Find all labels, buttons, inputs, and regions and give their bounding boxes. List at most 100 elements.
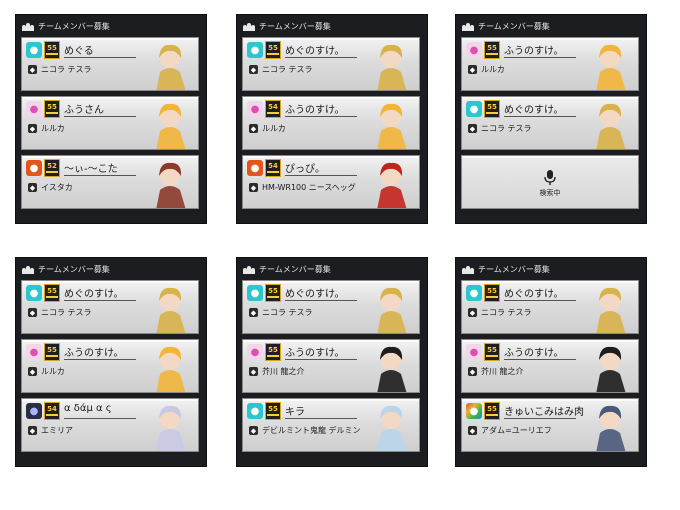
character-class-icon: ◆	[249, 124, 258, 133]
character-class-icon: ◆	[468, 308, 477, 317]
member-slot[interactable]: ● 55 めぐのすけ。 ◆ ニコラ テスラ	[21, 280, 199, 334]
level-value: 54	[47, 405, 57, 413]
character-portrait	[142, 399, 198, 451]
rank-icon: ●	[247, 344, 263, 360]
member-slot[interactable]: ● 55 ふうのすけ。 ◆ 芥川 龍之介	[461, 339, 639, 393]
team-panel: チームメンバー募集 ● 55 めぐる ◆ ニコラ テスラ ● 55 ふうさん ◆ ルルカ ● 52 〜ぃ-…	[15, 14, 207, 224]
level-value: 55	[268, 346, 278, 354]
member-slot[interactable]: ● 52 〜ぃ-〜こた ◆ イスタカ	[21, 155, 199, 209]
panel-title: チームメンバー募集	[478, 264, 550, 274]
character-portrait	[363, 97, 419, 149]
member-slot[interactable]: ● 55 ふうのすけ。 ◆ 芥川 龍之介	[242, 339, 420, 393]
character-portrait	[582, 399, 638, 451]
character-name: HM-WR100 ニースヘッグ	[262, 183, 356, 192]
character-portrait	[363, 281, 419, 333]
panel-header: チームメンバー募集	[243, 20, 331, 32]
team-panel: チームメンバー募集 ● 55 めぐのすけ。 ◆ ニコラ テスラ ● 55 ふうのすけ。 ◆ 芥川 龍…	[236, 257, 428, 467]
player-name: ふうさん	[64, 105, 104, 116]
team-panel: チームメンバー募集 ● 55 めぐのすけ。 ◆ ニコラ テスラ ● 54 ふうのすけ。 ◆ ルルカ ●…	[236, 14, 428, 224]
member-slot[interactable]: ● 55 めぐのすけ。 ◆ ニコラ テスラ	[461, 280, 639, 334]
level-value: 55	[47, 346, 57, 354]
member-slot[interactable]: ● 54 ふうのすけ。 ◆ ルルカ	[242, 96, 420, 150]
member-slot[interactable]: ● 55 キラ ◆ デビルミント鬼龍 デルミン	[242, 398, 420, 452]
panel-header: チームメンバー募集	[243, 263, 331, 275]
member-slot[interactable]: ● 55 ふうのすけ。 ◆ ルルカ	[461, 37, 639, 91]
panel-title: チームメンバー募集	[38, 264, 110, 274]
character-portrait	[363, 156, 419, 208]
level-bar	[486, 414, 498, 416]
rank-icon: ●	[247, 403, 263, 419]
character-name: アダム=ユーリエフ	[481, 426, 552, 435]
level-bar	[486, 355, 498, 357]
level-badge: 55	[44, 343, 60, 361]
level-value: 55	[487, 103, 497, 111]
character-name: ニコラ テスラ	[41, 308, 92, 317]
level-badge: 54	[265, 100, 281, 118]
character-portrait	[363, 399, 419, 451]
player-name: めぐのすけ。	[504, 105, 564, 116]
player-name: 〜ぃ-〜こた	[64, 164, 118, 175]
level-badge: 55	[484, 343, 500, 361]
character-class-icon: ◆	[28, 124, 37, 133]
team-members-icon	[462, 22, 474, 31]
member-slot[interactable]: ● 55 めぐのすけ。 ◆ ニコラ テスラ	[242, 37, 420, 91]
rank-icon: ●	[26, 42, 42, 58]
character-name: ルルカ	[481, 65, 505, 74]
level-value: 54	[268, 103, 278, 111]
character-class-icon: ◆	[28, 426, 37, 435]
member-slot[interactable]: ● 55 きゅいこみはみ肉 ◆ アダム=ユーリエフ	[461, 398, 639, 452]
level-bar	[46, 414, 58, 416]
name-underline	[285, 116, 357, 117]
character-portrait	[582, 38, 638, 90]
team-members-icon	[243, 265, 255, 274]
player-name: ふうのすけ。	[504, 348, 564, 359]
level-bar	[486, 112, 498, 114]
member-slot[interactable]: ● 55 めぐのすけ。 ◆ ニコラ テスラ	[461, 96, 639, 150]
level-badge: 55	[44, 284, 60, 302]
character-name: エミリア	[41, 426, 73, 435]
rank-icon: ●	[466, 285, 482, 301]
level-bar	[267, 355, 279, 357]
member-slot[interactable]: ● 55 めぐる ◆ ニコラ テスラ	[21, 37, 199, 91]
empty-member-slot[interactable]: 検索中	[461, 155, 639, 209]
rank-icon: ●	[466, 344, 482, 360]
member-slot[interactable]: ● 55 ふうのすけ。 ◆ ルルカ	[21, 339, 199, 393]
name-underline	[504, 359, 576, 360]
level-badge: 54	[44, 402, 60, 420]
team-members-icon	[462, 265, 474, 274]
panel-header: チームメンバー募集	[462, 20, 550, 32]
level-bar	[267, 112, 279, 114]
player-name: ぴっぴ。	[285, 164, 325, 175]
level-value: 55	[47, 103, 57, 111]
character-class-icon: ◆	[28, 367, 37, 376]
level-value: 55	[268, 44, 278, 52]
character-portrait	[142, 156, 198, 208]
name-underline	[504, 57, 576, 58]
name-underline	[504, 116, 576, 117]
character-portrait	[582, 340, 638, 392]
name-underline	[64, 57, 136, 58]
level-bar	[267, 296, 279, 298]
team-panel: チームメンバー募集 ● 55 めぐのすけ。 ◆ ニコラ テスラ ● 55 ふうのすけ。 ◆ ルルカ ●…	[15, 257, 207, 467]
member-slot[interactable]: ● 54 ぴっぴ。 ◆ HM-WR100 ニースヘッグ	[242, 155, 420, 209]
level-badge: 55	[44, 41, 60, 59]
member-slot[interactable]: ● 55 ふうさん ◆ ルルカ	[21, 96, 199, 150]
level-value: 52	[47, 162, 57, 170]
panel-title: チームメンバー募集	[259, 21, 331, 31]
character-class-icon: ◆	[28, 65, 37, 74]
character-name: ニコラ テスラ	[481, 308, 532, 317]
character-class-icon: ◆	[468, 124, 477, 133]
character-name: ルルカ	[262, 124, 286, 133]
character-class-icon: ◆	[468, 367, 477, 376]
character-class-icon: ◆	[28, 308, 37, 317]
name-underline	[504, 418, 576, 419]
member-slot[interactable]: ● 54 α δάμ α ς ◆ エミリア	[21, 398, 199, 452]
level-bar	[46, 53, 58, 55]
character-name: イスタカ	[41, 183, 73, 192]
level-value: 55	[487, 346, 497, 354]
character-name: 芥川 龍之介	[481, 367, 524, 376]
level-bar	[46, 112, 58, 114]
player-name: ふうのすけ。	[285, 105, 345, 116]
character-portrait	[142, 38, 198, 90]
member-slot[interactable]: ● 55 めぐのすけ。 ◆ ニコラ テスラ	[242, 280, 420, 334]
